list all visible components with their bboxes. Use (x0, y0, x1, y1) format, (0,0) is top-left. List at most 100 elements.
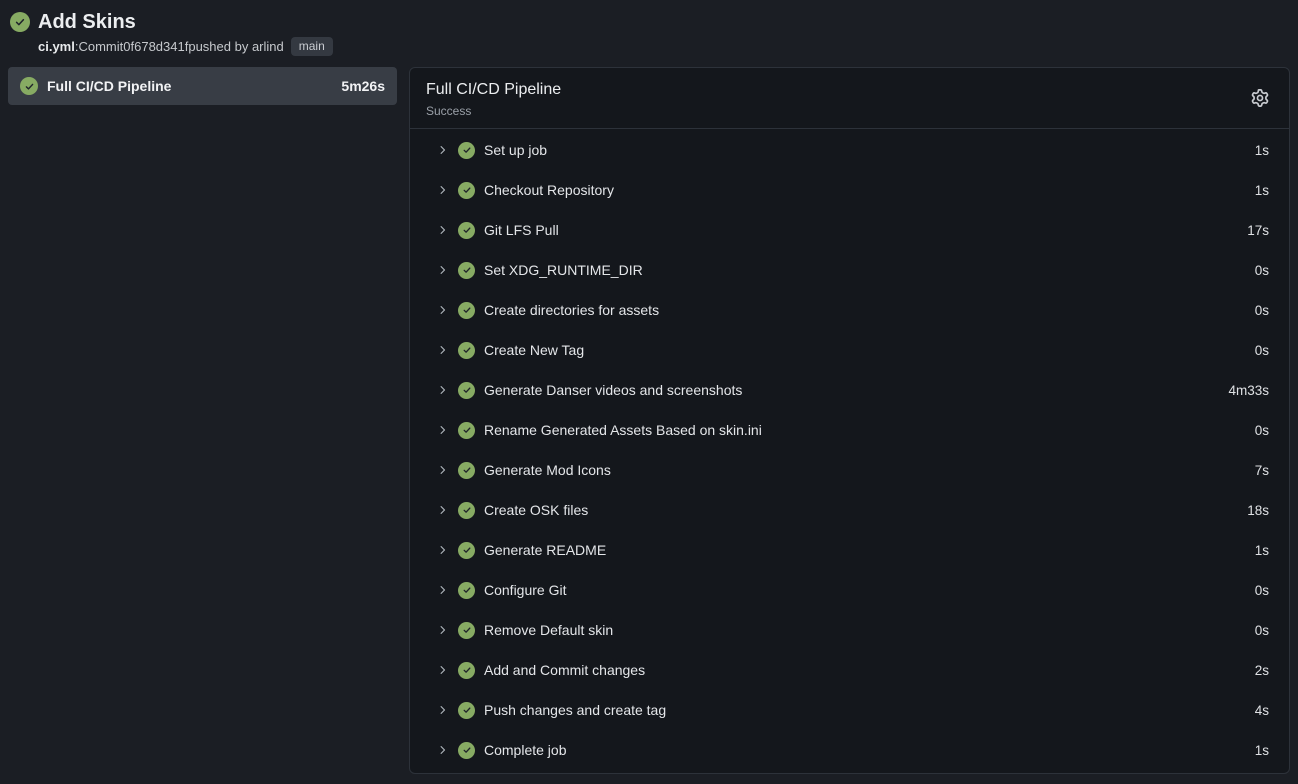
step-row[interactable]: Checkout Repository 1s (410, 170, 1289, 210)
job-success-icon (20, 77, 38, 95)
sidebar-job-item[interactable]: Full CI/CD Pipeline 5m26s (8, 67, 397, 105)
chevron-right-icon (437, 704, 449, 716)
gear-icon[interactable] (1251, 89, 1269, 107)
step-duration: 1s (1255, 543, 1269, 558)
step-row[interactable]: Git LFS Pull 17s (410, 210, 1289, 250)
step-name: Generate README (484, 542, 606, 558)
step-duration: 0s (1255, 303, 1269, 318)
step-duration: 0s (1255, 343, 1269, 358)
chevron-right-icon (437, 544, 449, 556)
chevron-right-icon (437, 344, 449, 356)
step-name: Push changes and create tag (484, 702, 666, 718)
step-success-icon (458, 342, 475, 359)
step-row[interactable]: Generate README 1s (410, 530, 1289, 570)
jobs-sidebar: Full CI/CD Pipeline 5m26s (8, 67, 397, 105)
step-row[interactable]: Create OSK files 18s (410, 490, 1289, 530)
step-row[interactable]: Configure Git 0s (410, 570, 1289, 610)
commit-suffix: pushed by arlind (188, 39, 283, 54)
step-success-icon (458, 462, 475, 479)
step-duration: 0s (1255, 263, 1269, 278)
step-name: Set XDG_RUNTIME_DIR (484, 262, 643, 278)
step-name: Remove Default skin (484, 622, 613, 638)
step-name: Add and Commit changes (484, 662, 645, 678)
chevron-right-icon (437, 464, 449, 476)
chevron-right-icon (437, 184, 449, 196)
commit-prefix: Commit (78, 39, 123, 54)
step-row[interactable]: Set up job 1s (410, 130, 1289, 170)
commit-sha-link[interactable]: 0f678d341f (123, 39, 188, 54)
step-name: Set up job (484, 142, 547, 158)
step-row[interactable]: Remove Default skin 0s (410, 610, 1289, 650)
run-panel: Full CI/CD Pipeline Success Set up job 1… (409, 67, 1290, 774)
step-success-icon (458, 742, 475, 759)
step-duration: 0s (1255, 623, 1269, 638)
panel-header: Full CI/CD Pipeline Success (410, 68, 1289, 129)
page-title: Add Skins (38, 10, 333, 34)
step-duration: 2s (1255, 663, 1269, 678)
step-name: Configure Git (484, 582, 566, 598)
step-success-icon (458, 382, 475, 399)
step-name: Checkout Repository (484, 182, 614, 198)
step-duration: 1s (1255, 743, 1269, 758)
step-row[interactable]: Add and Commit changes 2s (410, 650, 1289, 690)
step-row[interactable]: Complete job 1s (410, 730, 1289, 770)
step-success-icon (458, 622, 475, 639)
step-success-icon (458, 582, 475, 599)
run-header: Add Skins ci.yml: Commit 0f678d341f push… (8, 8, 1290, 56)
step-success-icon (458, 222, 475, 239)
step-name: Create New Tag (484, 342, 584, 358)
run-subtitle: ci.yml: Commit 0f678d341f pushed by arli… (38, 37, 333, 56)
step-success-icon (458, 502, 475, 519)
panel-status-text: Success (426, 104, 1273, 118)
step-success-icon (458, 542, 475, 559)
step-row[interactable]: Create New Tag 0s (410, 330, 1289, 370)
step-success-icon (458, 182, 475, 199)
chevron-right-icon (437, 424, 449, 436)
chevron-right-icon (437, 144, 449, 156)
panel-title: Full CI/CD Pipeline (426, 80, 1273, 100)
step-success-icon (458, 142, 475, 159)
step-row[interactable]: Generate Danser videos and screenshots 4… (410, 370, 1289, 410)
chevron-right-icon (437, 264, 449, 276)
step-duration: 0s (1255, 423, 1269, 438)
step-duration: 4s (1255, 703, 1269, 718)
step-name: Create directories for assets (484, 302, 659, 318)
step-name: Create OSK files (484, 502, 588, 518)
branch-badge[interactable]: main (291, 37, 333, 56)
chevron-right-icon (437, 584, 449, 596)
step-duration: 1s (1255, 183, 1269, 198)
step-row[interactable]: Push changes and create tag 4s (410, 690, 1289, 730)
chevron-right-icon (437, 744, 449, 756)
chevron-right-icon (437, 304, 449, 316)
step-name: Git LFS Pull (484, 222, 559, 238)
step-duration: 0s (1255, 583, 1269, 598)
chevron-right-icon (437, 624, 449, 636)
step-duration: 17s (1247, 223, 1269, 238)
step-row[interactable]: Set XDG_RUNTIME_DIR 0s (410, 250, 1289, 290)
run-success-icon (10, 12, 30, 32)
step-duration: 1s (1255, 143, 1269, 158)
steps-list: Set up job 1s Checkout Repository 1s G (410, 129, 1289, 773)
job-duration: 5m26s (341, 78, 385, 94)
step-row[interactable]: Rename Generated Assets Based on skin.in… (410, 410, 1289, 450)
step-name: Generate Mod Icons (484, 462, 611, 478)
step-success-icon (458, 422, 475, 439)
step-success-icon (458, 262, 475, 279)
job-name: Full CI/CD Pipeline (47, 78, 171, 94)
chevron-right-icon (437, 384, 449, 396)
step-name: Generate Danser videos and screenshots (484, 382, 742, 398)
step-row[interactable]: Generate Mod Icons 7s (410, 450, 1289, 490)
step-duration: 18s (1247, 503, 1269, 518)
step-name: Rename Generated Assets Based on skin.in… (484, 422, 762, 438)
step-name: Complete job (484, 742, 567, 758)
chevron-right-icon (437, 504, 449, 516)
step-success-icon (458, 702, 475, 719)
chevron-right-icon (437, 664, 449, 676)
workflow-file-label: ci.yml (38, 39, 75, 54)
step-duration: 4m33s (1228, 383, 1269, 398)
step-duration: 7s (1255, 463, 1269, 478)
chevron-right-icon (437, 224, 449, 236)
step-row[interactable]: Create directories for assets 0s (410, 290, 1289, 330)
step-success-icon (458, 662, 475, 679)
step-success-icon (458, 302, 475, 319)
